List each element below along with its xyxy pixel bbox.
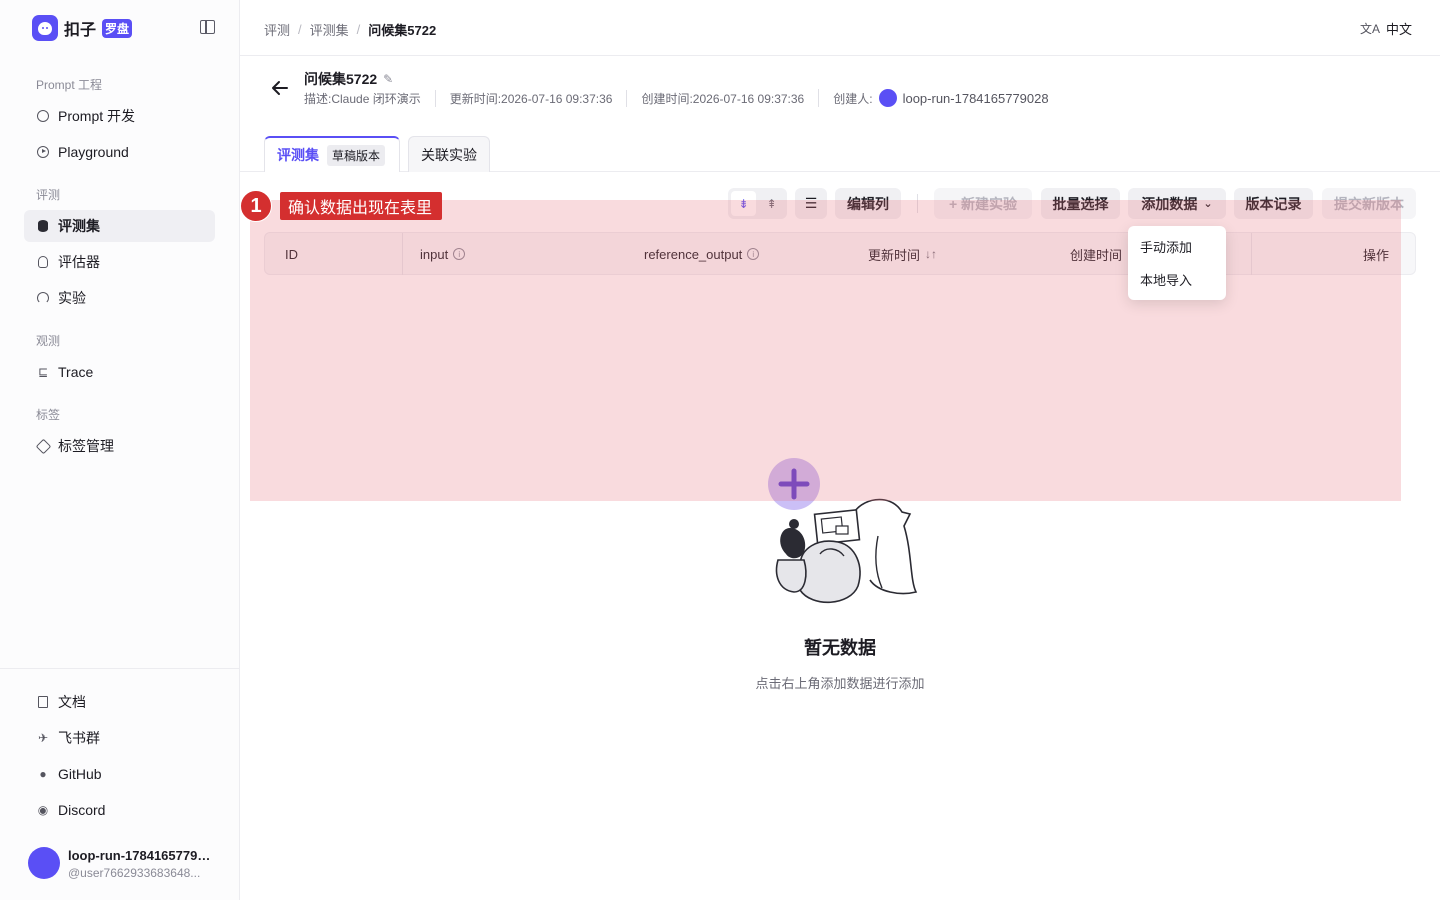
- app-badge: 罗盘: [102, 18, 133, 38]
- tag-icon: [35, 438, 51, 454]
- dataset-updated-time: 更新时间:2026-07-16 09:37:36: [434, 89, 627, 107]
- breadcrumb-item-eval[interactable]: 评测: [264, 20, 290, 39]
- sidebar: 扣子 罗盘 Prompt 工程 Prompt 开发 Playground 评测 …: [0, 0, 240, 900]
- section-label-prompt: Prompt 工程: [36, 78, 103, 92]
- sidebar-item-label: 实验: [58, 290, 86, 306]
- sidebar-item-tag-management[interactable]: 标签管理: [24, 430, 215, 462]
- sidebar-collapse-icon[interactable]: [200, 20, 215, 34]
- creator-label: 创建人:: [833, 91, 873, 106]
- dataset-meta: 描述:Claude 闭环演示 更新时间:2026-07-16 09:37:36 …: [304, 89, 1063, 107]
- creator-name: loop-run-1784165779028: [902, 90, 1049, 106]
- sidebar-item-label: Discord: [58, 802, 106, 818]
- app-logo[interactable]: 扣子 罗盘: [32, 15, 133, 41]
- draft-version-badge: 草稿版本: [327, 144, 386, 166]
- dataset-created-time: 创建时间:2026-07-16 09:37:36: [626, 89, 818, 107]
- prompt-icon: [36, 109, 50, 123]
- lark-icon: ✈: [37, 731, 49, 745]
- sidebar-item-label: 标签管理: [58, 438, 114, 454]
- sidebar-item-label: 文档: [58, 694, 86, 710]
- database-icon: [36, 219, 50, 233]
- github-icon: ●: [39, 767, 47, 781]
- menu-item-local-import[interactable]: 本地导入: [1128, 263, 1226, 296]
- breadcrumb-item-datasets[interactable]: 评测集: [310, 20, 349, 39]
- avatar[interactable]: [28, 847, 60, 879]
- sidebar-divider: [0, 668, 239, 669]
- dataset-description: 描述:Claude 闭环演示: [304, 91, 421, 106]
- user-name[interactable]: loop-run-1784165779028: [68, 848, 213, 863]
- creator-avatar: [878, 89, 897, 107]
- back-arrow-icon[interactable]: [268, 76, 292, 100]
- sidebar-item-lark[interactable]: ✈ 飞书群: [24, 722, 215, 754]
- tab-related-experiments[interactable]: 关联实验: [408, 136, 490, 172]
- sidebar-item-label: 评估器: [58, 254, 100, 270]
- doc-icon: [36, 695, 50, 709]
- sidebar-item-label: Prompt 开发: [58, 108, 136, 124]
- user-handle: @user7662933683648...: [68, 866, 201, 880]
- section-label-tags: 标签: [36, 408, 61, 422]
- section-label-observe: 观测: [36, 334, 61, 348]
- dataset-creator: 创建人: loop-run-1784165779028: [818, 89, 1062, 107]
- add-data-dropdown: 手动添加 本地导入: [1128, 226, 1226, 300]
- sidebar-item-docs[interactable]: 文档: [24, 686, 215, 718]
- sidebar-item-label: GitHub: [58, 766, 102, 782]
- language-label: 中文: [1385, 22, 1412, 37]
- breadcrumb-separator: /: [298, 22, 302, 37]
- empty-state-subtitle: 点击右上角添加数据进行添加: [755, 676, 925, 691]
- tab-label: 关联实验: [421, 146, 477, 163]
- app-name: 扣子: [64, 22, 97, 39]
- sidebar-item-trace[interactable]: ⊑ Trace: [24, 356, 215, 388]
- breadcrumb: 评测 / 评测集 / 问候集5722: [264, 20, 436, 39]
- menu-item-manual-add[interactable]: 手动添加: [1128, 230, 1226, 263]
- sidebar-item-github[interactable]: ● GitHub: [24, 758, 215, 790]
- sidebar-item-prompt-dev[interactable]: Prompt 开发: [24, 100, 215, 132]
- sidebar-item-label: 飞书群: [58, 730, 100, 746]
- sidebar-item-discord[interactable]: ◉ Discord: [24, 794, 215, 826]
- section-label-eval: 评测: [36, 188, 61, 202]
- sidebar-item-evaluators[interactable]: 评估器: [24, 246, 215, 278]
- breadcrumb-separator: /: [356, 22, 361, 37]
- sidebar-item-label: Playground: [58, 144, 129, 160]
- annotation-highlight-box: [250, 200, 1401, 501]
- edit-pencil-icon[interactable]: ✎: [383, 72, 393, 86]
- logo-icon: [32, 15, 58, 41]
- annotation-step-number: 1: [240, 190, 272, 222]
- sidebar-item-label: 评测集: [58, 218, 100, 234]
- dataset-name: 问候集5722: [304, 71, 378, 87]
- discord-icon: ◉: [37, 803, 49, 817]
- language-switch[interactable]: 文A 中文: [1360, 19, 1412, 38]
- sidebar-item-playground[interactable]: Playground: [24, 136, 215, 168]
- sidebar-item-experiments[interactable]: 实验: [24, 282, 215, 314]
- translate-icon: 文A: [1359, 22, 1380, 36]
- tab-dataset[interactable]: 评测集 草稿版本: [264, 136, 400, 172]
- annotation-label: 确认数据出现在表里: [280, 192, 443, 220]
- play-icon: [36, 145, 50, 159]
- tab-label: 评测集: [277, 147, 319, 163]
- bulb-icon: [36, 255, 50, 269]
- topbar: 评测 / 评测集 / 问候集5722 文A 中文: [240, 0, 1440, 56]
- sidebar-item-label: Trace: [58, 364, 94, 380]
- trace-icon: ⊑: [37, 365, 49, 379]
- sidebar-item-datasets[interactable]: 评测集: [24, 210, 215, 242]
- dataset-title: 问候集5722 ✎: [304, 69, 393, 89]
- breadcrumb-item-current: 问候集5722: [368, 23, 437, 38]
- gauge-icon: [36, 291, 50, 305]
- empty-state-title: 暂无数据: [804, 638, 876, 658]
